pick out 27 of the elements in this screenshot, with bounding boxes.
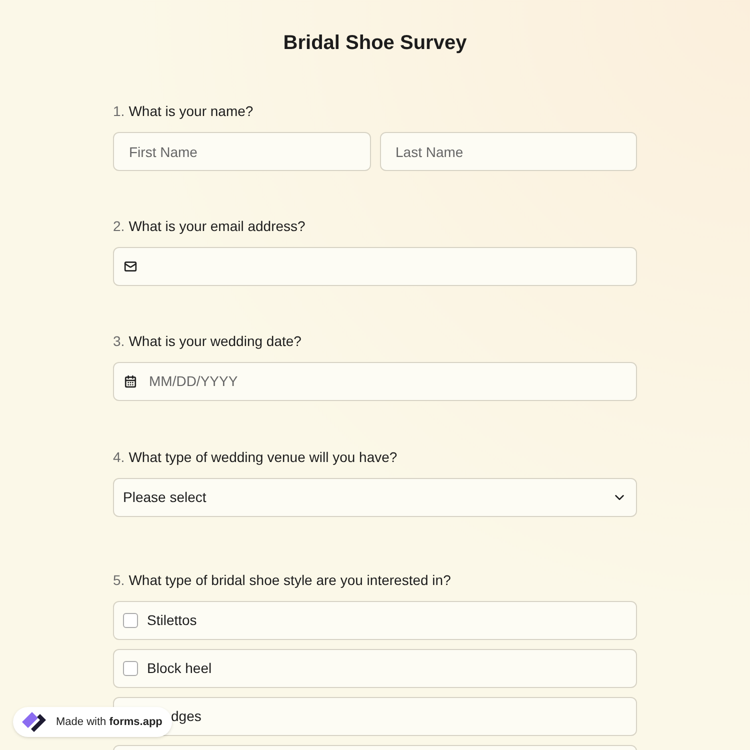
question-number: 3. [113,332,125,351]
question-number: 1. [113,102,125,121]
form-title: Bridal Shoe Survey [282,31,468,56]
option-label: Block heel [147,659,212,678]
email-field[interactable] [113,247,637,286]
checkbox[interactable] [123,661,138,676]
option-label: dges [171,707,202,726]
question-number: 2. [113,217,125,236]
date-field[interactable]: MM/DD/YYYY [113,362,637,401]
question-label: What type of wedding venue will you have? [128,448,398,467]
question-number: 5. [113,571,125,590]
option-row[interactable]: Stilettos [113,601,637,640]
option-row[interactable]: Block heel [113,649,637,688]
question-label: What type of bridal shoe style are you interested in? [128,571,451,590]
option-label: Stilettos [147,611,197,630]
question-number: 4. [113,448,125,467]
made-with-badge[interactable]: Made with forms.app [13,707,172,737]
question-label: What is your name? [128,102,254,121]
mail-icon [124,260,137,273]
checkbox[interactable] [123,613,138,628]
venue-select[interactable]: Please select [113,478,637,517]
name-field[interactable]: Last Name [380,132,637,171]
question-label: What is your email address? [128,217,306,236]
name-field[interactable]: First Name [113,132,370,171]
question-label: What is your wedding date? [128,332,302,351]
date-input[interactable]: MM/DD/YYYY [149,371,626,392]
calendar-icon [124,375,137,388]
